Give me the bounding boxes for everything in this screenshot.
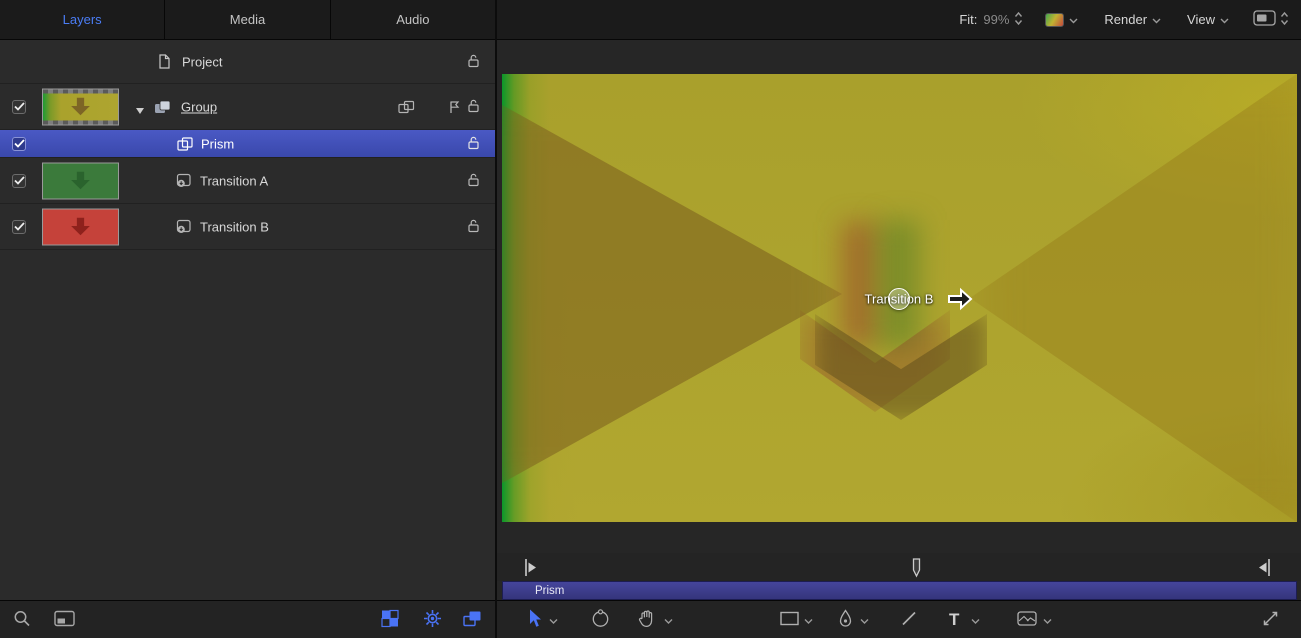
disclosure-triangle-icon[interactable] <box>135 103 145 118</box>
blurred-arrow-stem-red <box>842 222 878 346</box>
layer-row-prism[interactable]: Prism <box>0 130 495 158</box>
render-menu[interactable]: Render <box>1104 12 1147 27</box>
rectangle-tool-icon[interactable] <box>780 611 799 628</box>
chevron-down-icon[interactable] <box>1069 12 1078 27</box>
chevron-down-icon[interactable] <box>804 612 813 627</box>
prism-label[interactable]: Prism <box>201 136 234 151</box>
playhead-marker[interactable] <box>910 558 923 581</box>
mini-timeline-ruler[interactable] <box>497 553 1301 581</box>
group-label[interactable]: Group <box>181 99 217 114</box>
transition-b-thumbnail[interactable] <box>42 208 119 245</box>
isolate-icon[interactable] <box>398 100 415 117</box>
chevron-down-icon[interactable] <box>1043 612 1052 627</box>
flag-icon[interactable] <box>449 100 460 117</box>
color-channels-swatch[interactable] <box>1045 13 1064 27</box>
prism-filter-icon <box>177 137 193 154</box>
tab-audio[interactable]: Audio <box>331 0 495 39</box>
lock-icon[interactable] <box>467 218 480 235</box>
lock-icon[interactable] <box>467 135 480 152</box>
chevron-down-icon[interactable] <box>1220 12 1229 27</box>
activation-checkbox[interactable] <box>12 100 26 114</box>
out-point-marker[interactable] <box>1257 558 1271 580</box>
chevron-down-icon[interactable] <box>860 612 869 627</box>
search-icon[interactable] <box>13 609 31 630</box>
media-clip-icon <box>176 219 192 237</box>
project-row[interactable]: Project <box>0 40 495 84</box>
transparency-checkerboard-icon[interactable] <box>381 609 399 630</box>
group-thumbnail[interactable] <box>42 88 119 125</box>
canvas-viewport[interactable]: Transition B <box>502 74 1297 522</box>
layer-row-transition-a[interactable]: Transition A <box>0 158 495 204</box>
in-point-marker[interactable] <box>524 558 538 580</box>
gear-icon[interactable] <box>423 609 442 631</box>
adjust-item-tool-icon[interactable] <box>590 609 611 631</box>
canvas-area: Fit: 99% Render View Transition B <box>497 0 1301 638</box>
document-icon <box>158 54 171 72</box>
select-tool-icon[interactable] <box>527 608 542 631</box>
transition-a-label[interactable]: Transition A <box>200 173 268 188</box>
lock-icon[interactable] <box>467 98 480 115</box>
layers-panel-toolbar <box>0 600 495 638</box>
bezier-pen-tool-icon[interactable] <box>838 609 853 630</box>
canvas-tools-toolbar: T <box>497 600 1301 638</box>
panel-tabbar: Layers Media Audio <box>0 0 495 40</box>
display-stepper[interactable] <box>1280 11 1289 29</box>
tab-media[interactable]: Media <box>165 0 330 39</box>
layers-stack-icon[interactable] <box>463 610 482 629</box>
zoom-stepper[interactable] <box>1014 11 1023 29</box>
chevron-down-icon[interactable] <box>971 612 980 627</box>
blurred-arrow-stem-green <box>878 220 920 348</box>
lock-icon[interactable] <box>467 53 480 70</box>
blurred-triangle-left <box>502 90 842 498</box>
activation-checkbox[interactable] <box>12 220 26 234</box>
fit-label: Fit: <box>959 12 977 27</box>
layer-row-group[interactable]: Group <box>0 84 495 130</box>
transition-b-label[interactable]: Transition B <box>200 219 269 234</box>
blurred-triangle-right <box>970 74 1297 522</box>
transition-a-thumbnail[interactable] <box>42 162 119 199</box>
zoom-value: 99% <box>983 12 1009 27</box>
canvas-toolbar: Fit: 99% Render View <box>497 0 1301 40</box>
line-tool-icon[interactable] <box>901 610 917 629</box>
direction-arrow-pointer[interactable] <box>946 285 974 316</box>
activation-checkbox[interactable] <box>12 137 26 151</box>
motion-window: { "colors": { "accent_blue": "#4b7df5", … <box>0 0 1301 638</box>
preview-toggle-icon[interactable] <box>54 610 75 629</box>
activation-checkbox[interactable] <box>12 174 26 188</box>
display-layout-icon[interactable] <box>1253 10 1276 29</box>
project-label: Project <box>182 54 222 69</box>
expand-fullscreen-icon[interactable] <box>1262 610 1279 630</box>
shape-mask-tool-icon[interactable] <box>1017 611 1037 629</box>
layers-panel: Layers Media Audio Project Group <box>0 0 497 638</box>
timeline-bar-label: Prism <box>535 585 564 597</box>
text-tool-icon[interactable]: T <box>949 610 959 630</box>
view-menu[interactable]: View <box>1187 12 1215 27</box>
chevron-down-icon[interactable] <box>1152 12 1161 27</box>
media-clip-icon <box>176 173 192 191</box>
chevron-down-icon[interactable] <box>549 612 558 627</box>
layer-row-transition-b[interactable]: Transition B <box>0 204 495 250</box>
transform-handle[interactable] <box>888 288 910 310</box>
tab-layers[interactable]: Layers <box>0 0 165 39</box>
timeline-layer-bar[interactable]: Prism <box>502 581 1297 600</box>
group-icon <box>154 100 171 117</box>
lock-icon[interactable] <box>467 172 480 189</box>
chevron-down-icon[interactable] <box>664 612 673 627</box>
pan-hand-tool-icon[interactable] <box>638 609 656 631</box>
